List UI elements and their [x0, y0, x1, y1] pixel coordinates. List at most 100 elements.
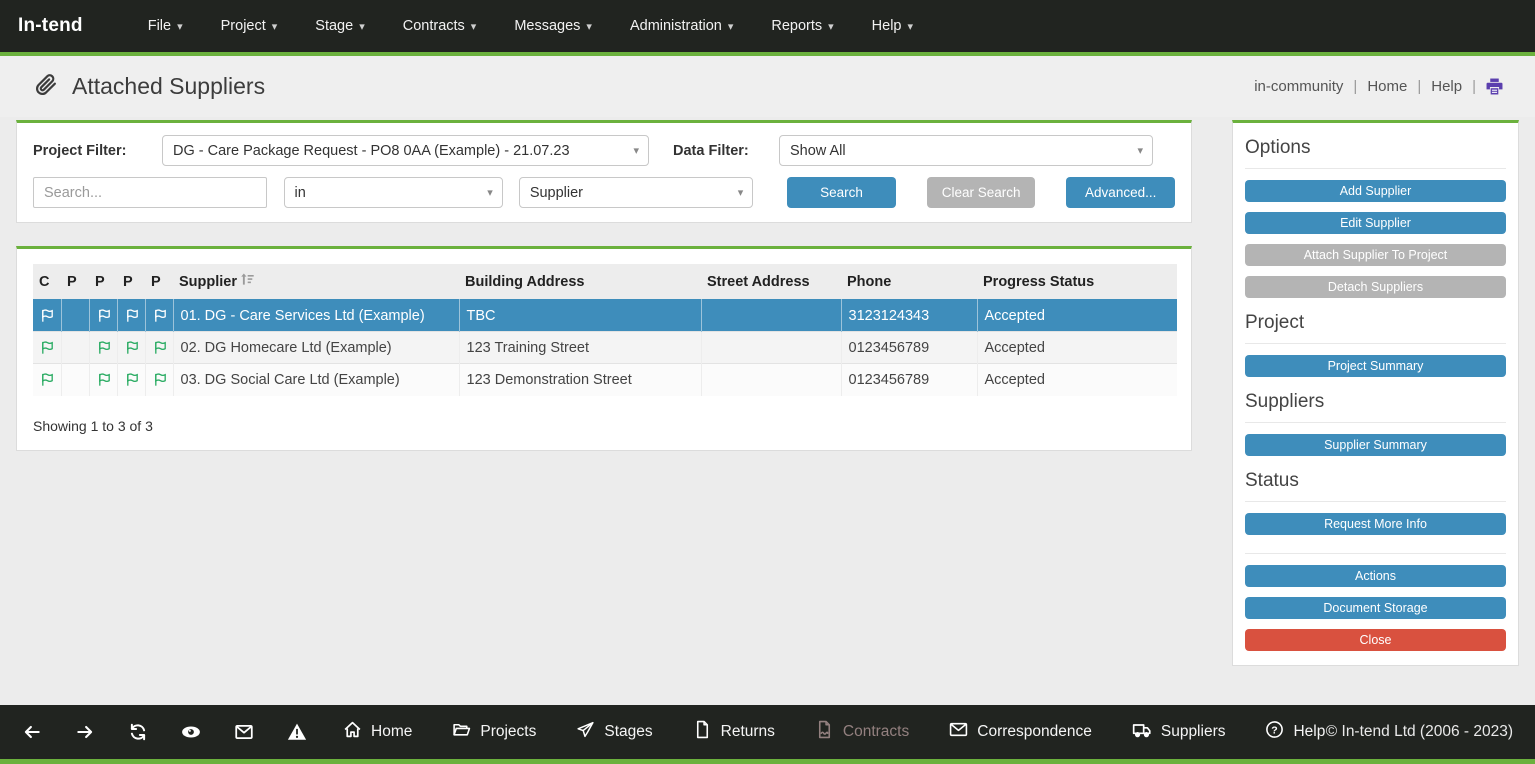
flag-cell[interactable]	[145, 364, 173, 396]
footer-nav-help[interactable]: ? Help	[1265, 720, 1325, 744]
request-more-info-button[interactable]: Request More Info	[1245, 513, 1506, 535]
flag-cell[interactable]	[145, 300, 173, 332]
column-header-c[interactable]: C	[33, 264, 61, 300]
cell-phone[interactable]: 3123124343	[841, 300, 977, 332]
footer-nav-home[interactable]: Home	[343, 720, 412, 744]
close-button[interactable]: Close	[1245, 629, 1506, 651]
menu-administration[interactable]: Administration▾	[611, 9, 752, 43]
column-header-building-address[interactable]: Building Address	[459, 264, 701, 300]
footer-nav-projects[interactable]: Projects	[452, 720, 536, 744]
clear-search-button[interactable]: Clear Search	[927, 177, 1036, 208]
cell-street-address[interactable]	[701, 332, 841, 364]
menu-file[interactable]: File▾	[129, 9, 202, 43]
flag-cell[interactable]	[117, 300, 145, 332]
actions-button[interactable]: Actions	[1245, 565, 1506, 587]
chevron-down-icon: ▾	[272, 21, 278, 33]
advanced-button[interactable]: Advanced...	[1066, 177, 1175, 208]
search-button[interactable]: Search	[787, 177, 896, 208]
menu-help[interactable]: Help▾	[853, 9, 932, 43]
file-signature-icon	[815, 720, 834, 744]
column-header-phone[interactable]: Phone	[841, 264, 977, 300]
cell-phone[interactable]: 0123456789	[841, 332, 977, 364]
footer-nav-correspondence[interactable]: Correspondence	[949, 720, 1092, 744]
attach-supplier-button[interactable]: Attach Supplier To Project	[1245, 244, 1506, 266]
search-field-select[interactable]: Supplier ▾	[519, 177, 753, 208]
cell-supplier[interactable]: 01. DG - Care Services Ltd (Example)	[173, 300, 459, 332]
cell-phone[interactable]: 0123456789	[841, 364, 977, 396]
search-operator-select[interactable]: in ▾	[284, 177, 503, 208]
chevron-down-icon: ▾	[908, 21, 914, 33]
cell-street-address[interactable]	[701, 364, 841, 396]
warning-icon[interactable]	[287, 722, 307, 742]
main-content: Project Filter: DG - Care Package Reques…	[16, 120, 1192, 451]
menu-reports[interactable]: Reports▾	[752, 9, 852, 43]
cell-building-address[interactable]: 123 Training Street	[459, 332, 701, 364]
data-filter-label: Data Filter:	[673, 143, 779, 159]
table-row[interactable]: 03. DG Social Care Ltd (Example) 123 Dem…	[33, 364, 1177, 396]
project-summary-button[interactable]: Project Summary	[1245, 355, 1506, 377]
flag-cell[interactable]	[117, 364, 145, 396]
forward-icon[interactable]	[75, 722, 95, 742]
paperclip-icon	[33, 72, 58, 102]
table-row-selected[interactable]: 01. DG - Care Services Ltd (Example) TBC…	[33, 300, 1177, 332]
cell-street-address[interactable]	[701, 300, 841, 332]
flag-cell[interactable]	[33, 364, 61, 396]
flag-cell[interactable]	[89, 364, 117, 396]
chevron-down-icon: ▾	[487, 186, 493, 199]
link-home[interactable]: Home	[1367, 78, 1407, 95]
data-filter-select[interactable]: Show All ▾	[779, 135, 1153, 166]
column-header-supplier[interactable]: Supplier	[173, 264, 459, 300]
column-header-p3[interactable]: P	[117, 264, 145, 300]
cell-supplier[interactable]: 02. DG Homecare Ltd (Example)	[173, 332, 459, 364]
cell-building-address[interactable]: 123 Demonstration Street	[459, 364, 701, 396]
cell-supplier[interactable]: 03. DG Social Care Ltd (Example)	[173, 364, 459, 396]
flag-cell[interactable]	[117, 332, 145, 364]
footer-nav-contracts[interactable]: Contracts	[815, 720, 909, 744]
back-icon[interactable]	[22, 722, 42, 742]
cell-progress-status[interactable]: Accepted	[977, 364, 1177, 396]
flag-cell[interactable]	[89, 300, 117, 332]
footer-nav-stages[interactable]: Stages	[576, 720, 652, 744]
flag-cell[interactable]	[33, 332, 61, 364]
refresh-icon[interactable]	[128, 722, 148, 742]
footer-nav-suppliers[interactable]: Suppliers	[1132, 720, 1226, 745]
column-header-progress-status[interactable]: Progress Status	[977, 264, 1177, 300]
cell-progress-status[interactable]: Accepted	[977, 332, 1177, 364]
search-input[interactable]	[33, 177, 267, 208]
footer-nav-returns[interactable]: Returns	[693, 720, 775, 744]
breadcrumb: in-community | Home | Help |	[1254, 78, 1503, 95]
chevron-down-icon: ▾	[359, 21, 365, 33]
print-icon[interactable]	[1486, 78, 1503, 95]
cell-progress-status[interactable]: Accepted	[977, 300, 1177, 332]
add-supplier-button[interactable]: Add Supplier	[1245, 180, 1506, 202]
sidebar-heading-project: Project	[1245, 308, 1506, 343]
flag-cell[interactable]	[89, 332, 117, 364]
detach-suppliers-button[interactable]: Detach Suppliers	[1245, 276, 1506, 298]
document-storage-button[interactable]: Document Storage	[1245, 597, 1506, 619]
edit-supplier-button[interactable]: Edit Supplier	[1245, 212, 1506, 234]
supplier-summary-button[interactable]: Supplier Summary	[1245, 434, 1506, 456]
eye-icon[interactable]	[181, 722, 201, 742]
link-help[interactable]: Help	[1431, 78, 1462, 95]
flag-cell[interactable]	[61, 300, 89, 332]
menu-stage[interactable]: Stage▾	[296, 9, 383, 43]
mail-icon[interactable]	[234, 722, 254, 742]
column-header-street-address[interactable]: Street Address	[701, 264, 841, 300]
column-header-p4[interactable]: P	[145, 264, 173, 300]
flag-cell[interactable]	[33, 300, 61, 332]
chevron-down-icon: ▾	[1137, 144, 1143, 157]
column-header-p1[interactable]: P	[61, 264, 89, 300]
menu-messages[interactable]: Messages▾	[495, 9, 611, 43]
column-header-p2[interactable]: P	[89, 264, 117, 300]
link-in-community[interactable]: in-community	[1254, 78, 1343, 95]
menu-contracts[interactable]: Contracts▾	[384, 9, 496, 43]
envelope-icon	[949, 720, 968, 744]
menu-project[interactable]: Project▾	[202, 9, 297, 43]
filter-panel: Project Filter: DG - Care Package Reques…	[16, 120, 1192, 223]
cell-building-address[interactable]: TBC	[459, 300, 701, 332]
table-row[interactable]: 02. DG Homecare Ltd (Example) 123 Traini…	[33, 332, 1177, 364]
project-filter-select[interactable]: DG - Care Package Request - PO8 0AA (Exa…	[162, 135, 649, 166]
flag-cell[interactable]	[61, 364, 89, 396]
flag-cell[interactable]	[145, 332, 173, 364]
flag-cell[interactable]	[61, 332, 89, 364]
